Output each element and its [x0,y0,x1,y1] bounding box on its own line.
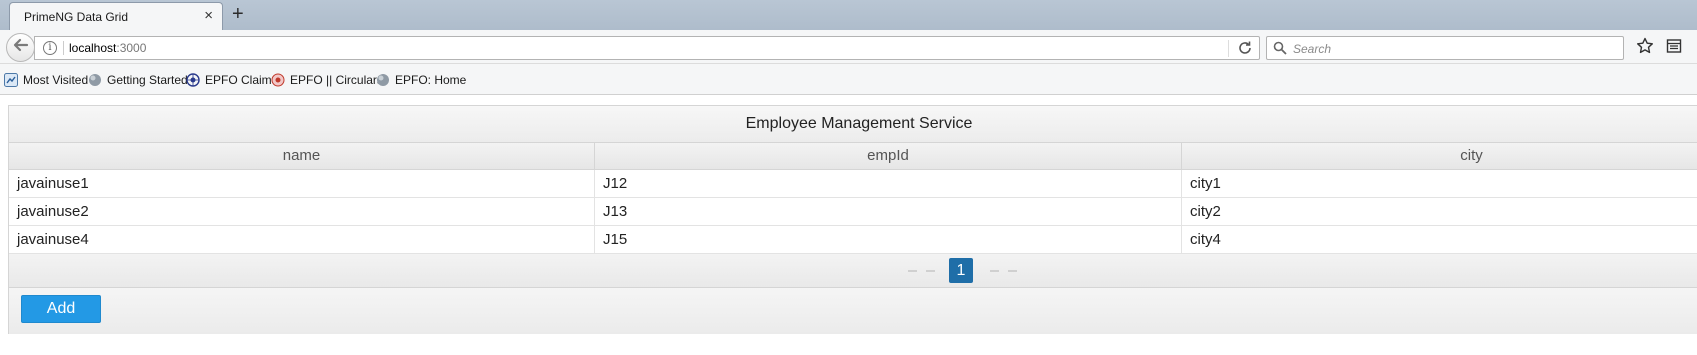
cell-city: city1 [1182,170,1697,198]
cell-empid: J15 [595,226,1182,254]
cell-name: javainuse1 [9,170,595,198]
grid-footer: Add [9,288,1697,334]
search-bar[interactable]: Search [1266,36,1624,60]
bookmarks-library-icon[interactable] [1666,38,1682,59]
first-page-icon[interactable] [908,270,917,272]
bookmark-most-visited[interactable]: Most Visited [4,71,88,89]
tab-strip: PrimeNG Data Grid × + [0,0,1697,30]
site-info-icon[interactable]: i [43,41,57,55]
table-row[interactable]: javainuse4 J15 city4 [9,226,1697,254]
globe-icon [376,73,390,87]
next-page-icon[interactable] [990,270,999,272]
new-tab-icon[interactable]: + [232,3,244,26]
grid-caption-text: Employee Management Service [745,115,973,132]
bookmark-label: Most Visited [23,73,89,87]
url-port: :3000 [116,41,147,55]
search-placeholder: Search [1293,42,1332,56]
epfo-circulars-icon [271,73,285,87]
url-bar[interactable]: i localhost:3000 [34,36,1260,60]
url-host: localhost [69,41,117,55]
column-header-empid[interactable]: empId [595,143,1182,170]
bookmark-star-icon[interactable] [1636,37,1654,60]
page-button-1[interactable]: 1 [949,258,973,283]
most-visited-icon [4,73,18,87]
close-tab-icon[interactable]: × [204,7,213,24]
bookmark-label: EPFO || Circulars [290,73,383,87]
bookmark-label: Getting Started [107,73,188,87]
tab-title: PrimeNG Data Grid [24,10,129,24]
add-button[interactable]: Add [21,295,101,323]
url-text[interactable]: localhost:3000 [69,41,146,55]
bookmark-label: EPFO Claim [205,73,272,87]
cell-name: javainuse2 [9,198,595,226]
bookmark-epfo-claim[interactable]: EPFO Claim [186,71,272,89]
back-button[interactable] [6,33,35,62]
table-row[interactable]: javainuse1 J12 city1 [9,170,1697,198]
prev-page-icon[interactable] [926,270,935,272]
cell-city: city4 [1182,226,1697,254]
cell-empid: J12 [595,170,1182,198]
bookmarks-toolbar: Most Visited Getting Started EPFO Claim … [0,64,1697,95]
last-page-icon[interactable] [1008,270,1017,272]
bookmark-getting-started[interactable]: Getting Started [88,71,188,89]
navigation-toolbar: i localhost:3000 Search [0,30,1697,64]
column-header-name[interactable]: name [9,143,595,170]
tab-primeng-data-grid[interactable]: PrimeNG Data Grid × [9,2,223,30]
bookmark-epfo-home[interactable]: EPFO: Home [376,71,466,89]
reload-icon[interactable] [1237,40,1253,61]
url-separator [63,41,64,55]
globe-icon [88,73,102,87]
paginator: 1 [9,254,1697,288]
employee-data-grid: Employee Management Service name empId c… [8,105,1697,334]
cell-name: javainuse4 [9,226,595,254]
table-row[interactable]: javainuse2 J13 city2 [9,198,1697,226]
bookmark-epfo-circulars[interactable]: EPFO || Circulars [271,71,383,89]
column-header-city[interactable]: city [1182,143,1697,170]
cell-city: city2 [1182,198,1697,226]
grid-caption: Employee Management Service [9,106,1697,143]
url-divider [1228,40,1229,57]
cell-empid: J13 [595,198,1182,226]
back-arrow-icon [13,37,29,58]
header-row: name empId city [9,143,1697,170]
bookmark-label: EPFO: Home [395,73,467,87]
search-icon [1273,41,1287,60]
epfo-logo-icon [186,73,200,87]
